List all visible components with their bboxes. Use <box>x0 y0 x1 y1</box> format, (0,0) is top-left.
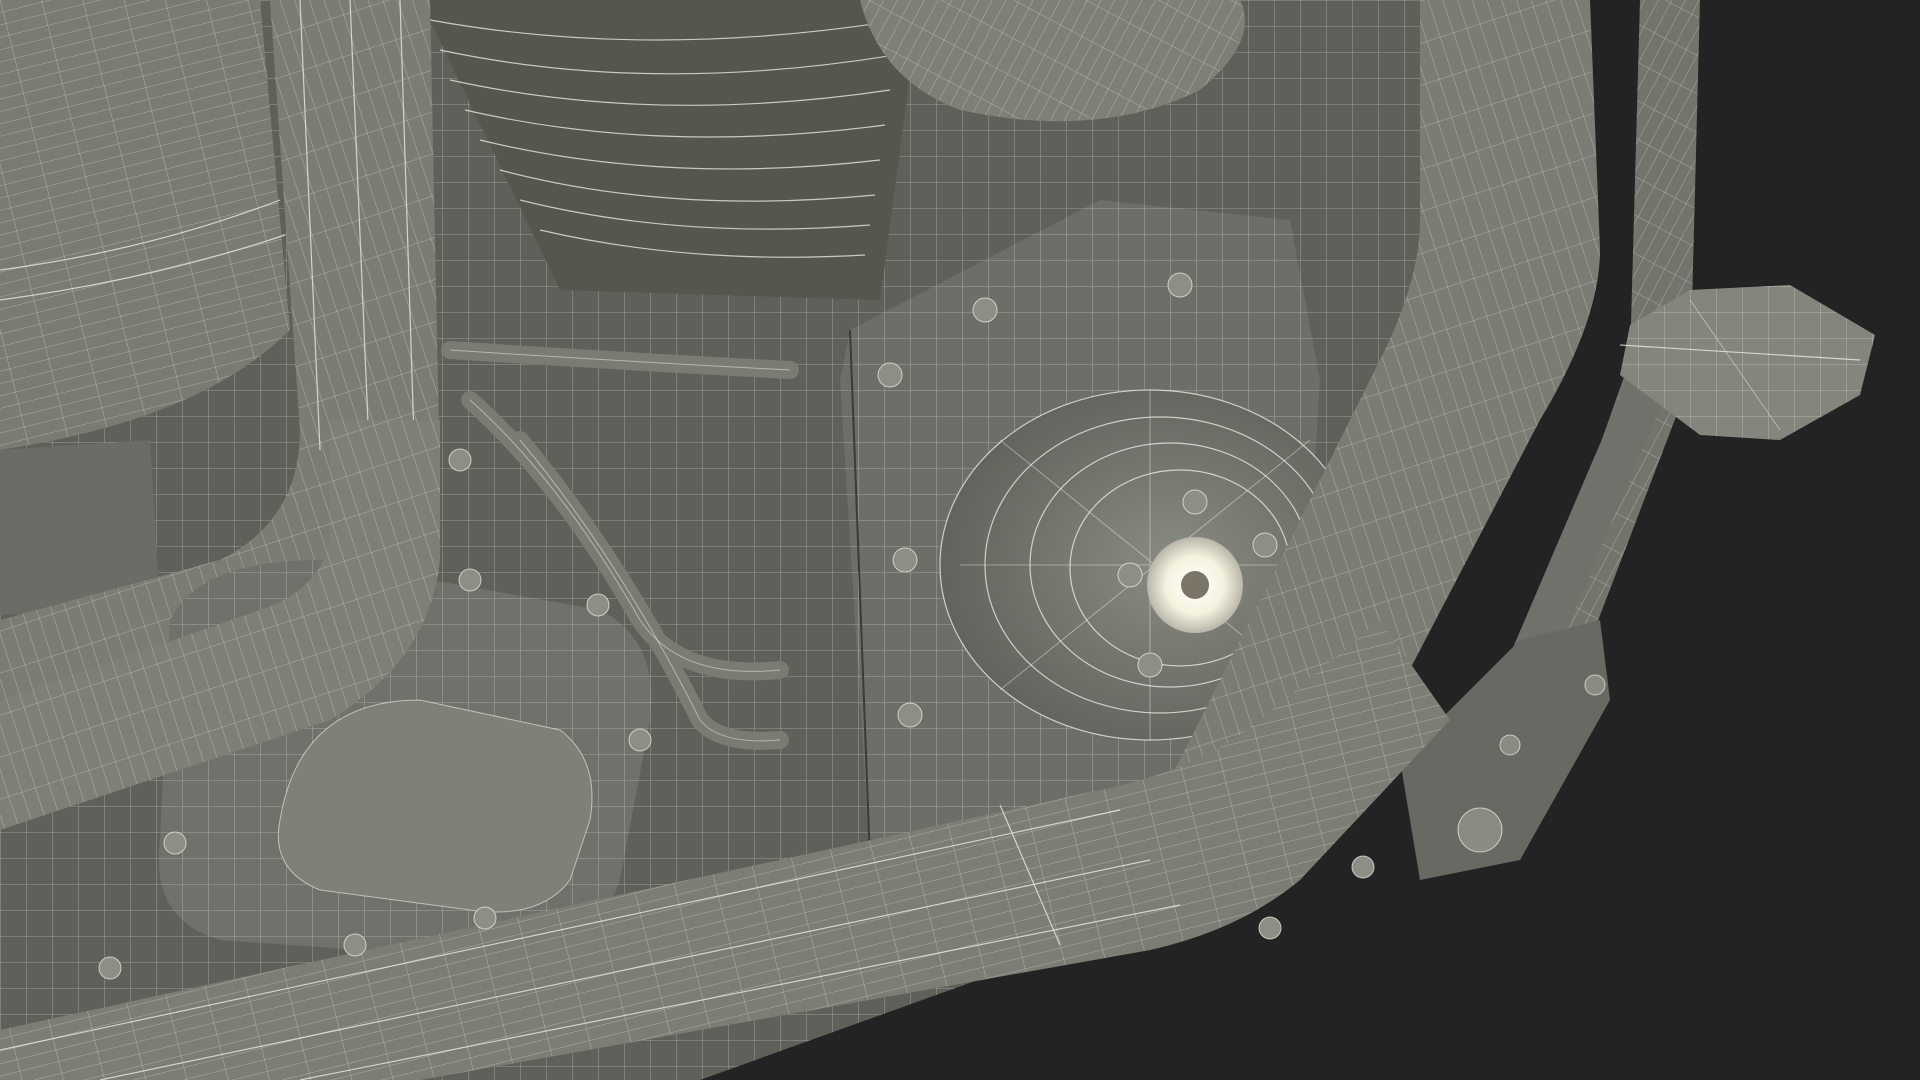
rear-bracket <box>1400 620 1610 880</box>
wireframe-render-scene <box>0 0 1875 1080</box>
